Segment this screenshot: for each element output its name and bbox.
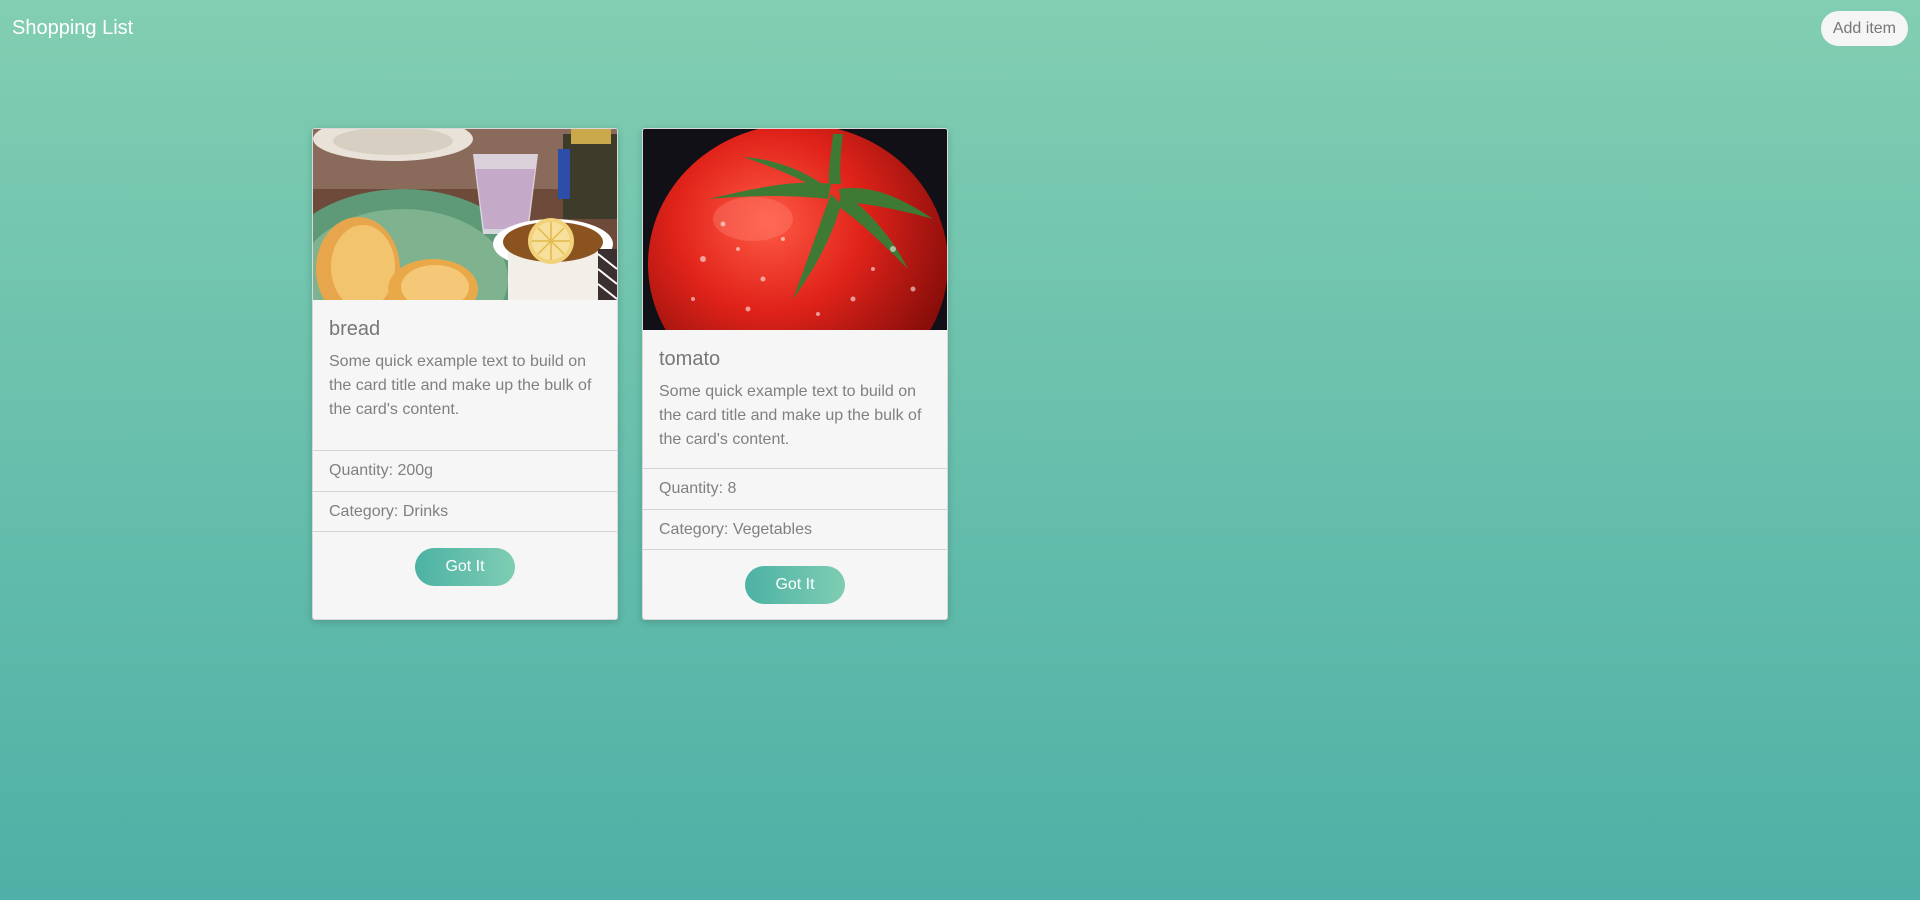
card-image-tomato — [643, 129, 947, 330]
card-footer: Got It — [643, 550, 947, 619]
card-title: tomato — [659, 348, 721, 370]
card-image-bread — [313, 129, 617, 300]
card-text: Some quick example text to build on the … — [659, 383, 922, 448]
quantity-row: Quantity: 200g — [313, 450, 617, 491]
card-text: Some quick example text to build on the … — [329, 353, 592, 418]
card-body: bread Some quick example text to build o… — [313, 300, 617, 422]
add-item-button[interactable]: Add item — [1820, 11, 1908, 46]
card-body: tomato Some quick example text to build … — [643, 330, 947, 452]
item-card-tomato: tomato Some quick example text to build … — [642, 128, 948, 620]
card-details-list: Quantity: 200g Category: Drinks — [313, 450, 617, 532]
top-bar: Shopping List Add item — [0, 0, 1920, 56]
tomato-photo — [643, 129, 947, 330]
card-details-list: Quantity: 8 Category: Vegetables — [643, 468, 947, 550]
card-footer: Got It — [313, 532, 617, 619]
quantity-row: Quantity: 8 — [643, 468, 947, 509]
breakfast-photo — [313, 129, 617, 300]
category-row: Category: Drinks — [313, 491, 617, 532]
got-it-button[interactable]: Got It — [745, 566, 845, 604]
card-title: bread — [329, 318, 381, 340]
category-row: Category: Vegetables — [643, 509, 947, 550]
item-card-bread: bread Some quick example text to build o… — [312, 128, 618, 620]
got-it-button[interactable]: Got It — [415, 548, 515, 586]
app-title: Shopping List — [12, 17, 134, 39]
